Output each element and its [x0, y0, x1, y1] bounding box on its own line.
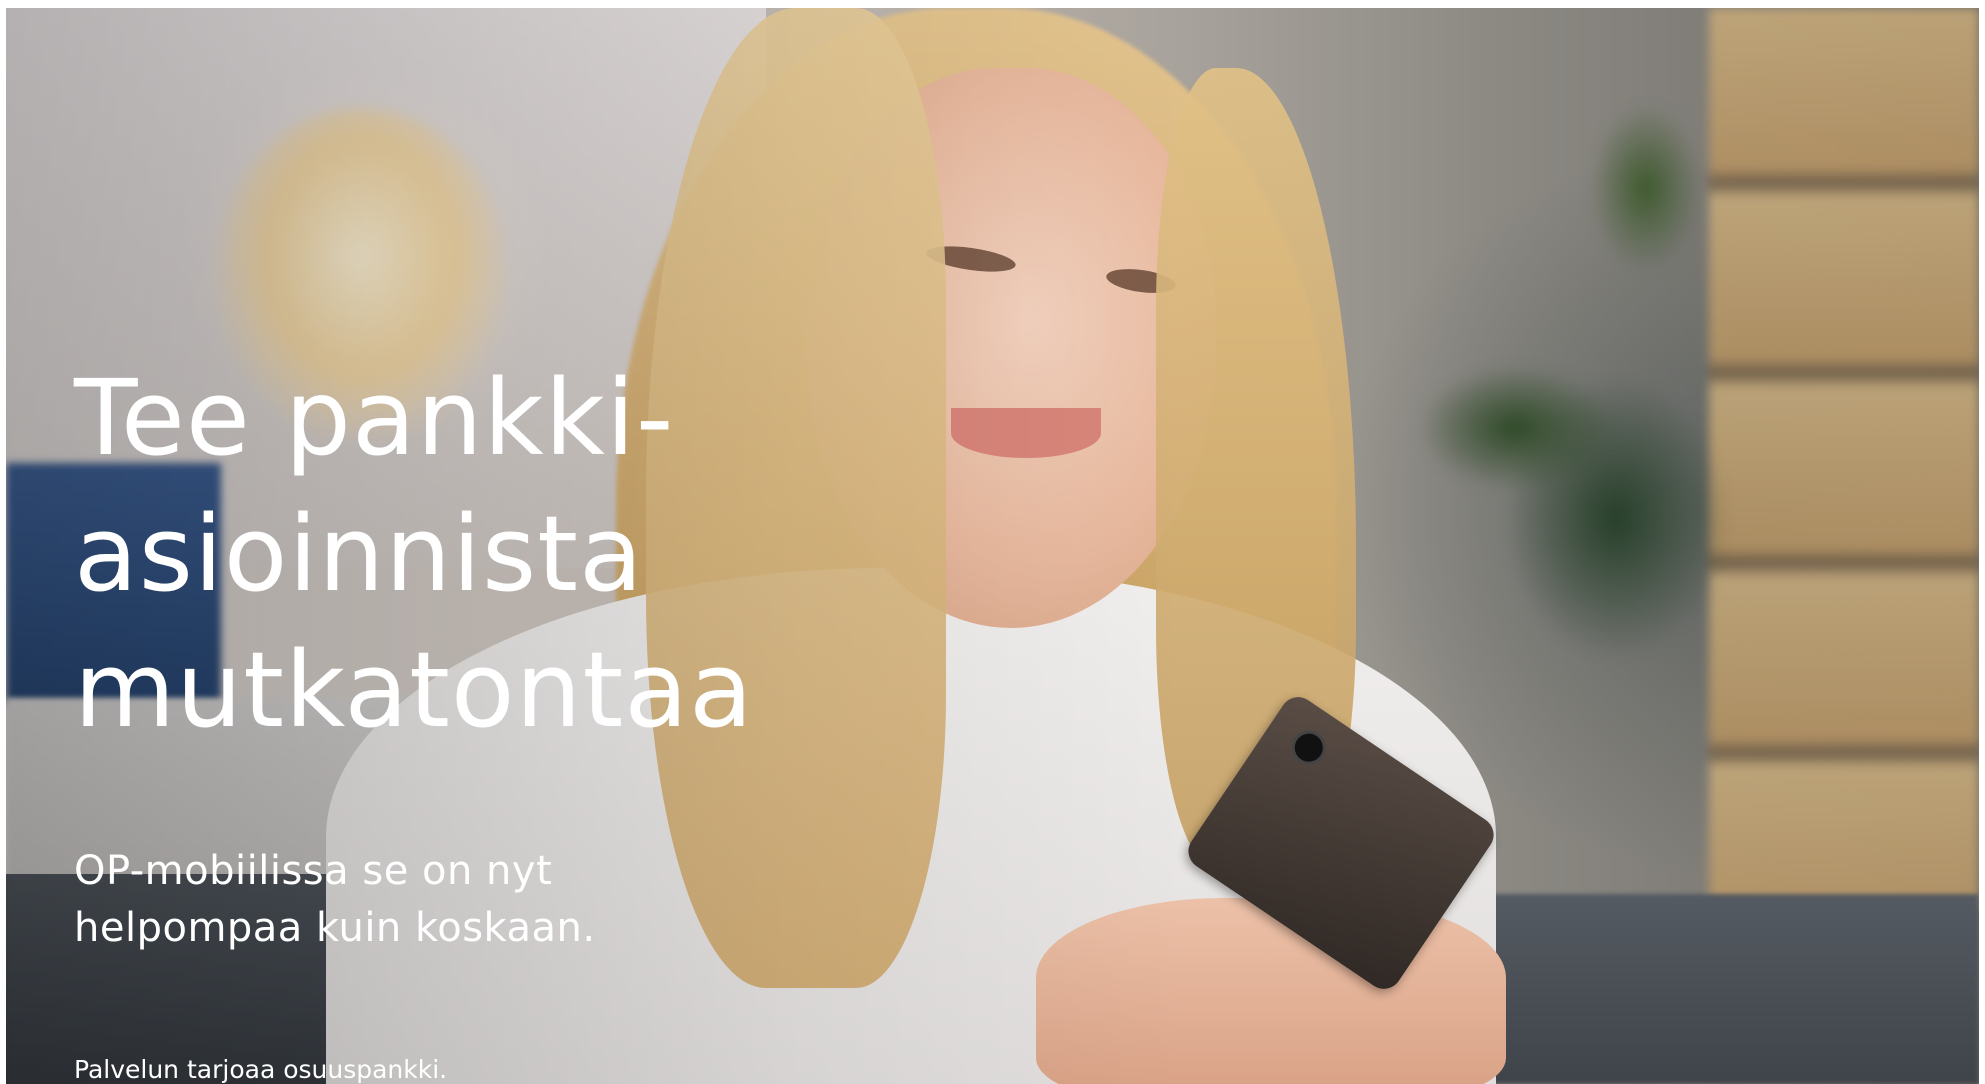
hero-banner: Tee pankki- asioinnista mutkatontaa OP-m… — [6, 8, 1979, 1084]
subheadline-line-2: helpompaa kuin koskaan. — [74, 905, 596, 951]
provider-disclaimer: Palvelun tarjoaa osuuspankki. — [74, 1055, 448, 1084]
headline: Tee pankki- asioinnista mutkatontaa — [74, 350, 754, 758]
subheadline: OP-mobiilissa se on nyt helpompaa kuin k… — [74, 843, 596, 957]
subheadline-line-1: OP-mobiilissa se on nyt — [74, 848, 553, 894]
headline-line-2: asioinnista — [74, 493, 644, 615]
headline-line-1: Tee pankki- — [74, 357, 675, 479]
headline-line-3: mutkatontaa — [74, 629, 754, 751]
